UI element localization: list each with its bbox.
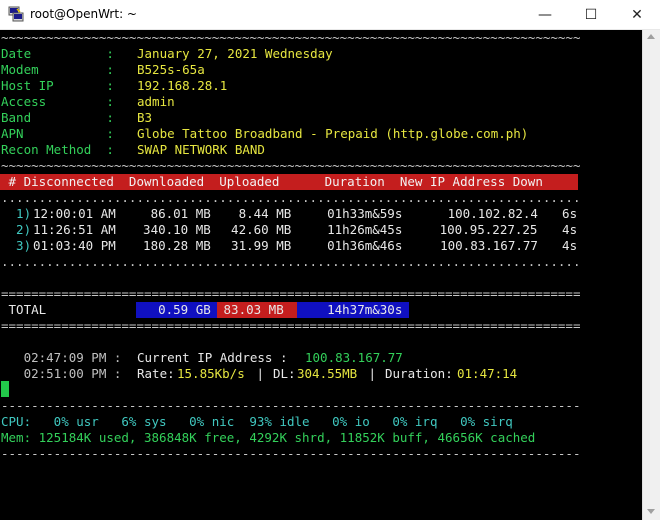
row-downloaded: 86.01 MB <box>128 206 211 221</box>
info-value: B3 <box>137 110 153 125</box>
status-time: 02:47:09 PM : <box>1 350 129 365</box>
minimize-icon: — <box>538 6 552 23</box>
row-down: 6s <box>547 206 578 221</box>
close-button[interactable]: ✕ <box>614 0 660 29</box>
equals-rule-bottom: ========================================… <box>1 318 581 333</box>
row-down: 4s <box>547 222 578 237</box>
minimize-button[interactable]: — <box>522 0 568 29</box>
total-downloaded: 0.59 GB <box>128 302 211 317</box>
row-uploaded: 42.60 MB <box>216 222 292 237</box>
maximize-icon: ☐ <box>584 6 598 23</box>
total-label: TOTAL <box>1 302 47 317</box>
tilde-rule-top: ~~~~~~~~~~~~~~~~~~~~~~~~~~~~~~~~~~~~~~~~… <box>1 30 581 45</box>
cpu-stats: CPU: 0% usr 6% sys 0% nic 93% idle 0% io… <box>1 414 513 429</box>
row-duration: 01h33m&59s <box>297 206 403 221</box>
info-value: SWAP NETWORK BAND <box>137 142 265 157</box>
info-label: Date : <box>1 46 114 61</box>
vertical-scrollbar[interactable] <box>642 30 660 520</box>
row-time: 01:03:40 PM <box>33 238 116 253</box>
window-title: root@OpenWrt: ~ <box>30 7 137 21</box>
putty-terminal-icon <box>8 6 24 22</box>
row-downloaded: 180.28 MB <box>128 238 211 253</box>
row-uploaded: 31.99 MB <box>216 238 292 253</box>
dl-label: DL: <box>273 366 296 381</box>
info-value: 192.168.28.1 <box>137 78 228 93</box>
mem-stats: Mem: 125184K used, 386848K free, 4292K s… <box>1 430 536 445</box>
separator: | <box>361 366 384 381</box>
info-label: Band : <box>1 110 114 125</box>
info-label: Host IP : <box>1 78 114 93</box>
scroll-down-icon[interactable] <box>647 509 655 514</box>
maximize-button[interactable]: ☐ <box>568 0 614 29</box>
table-header: # Disconnected Downloaded Uploaded Durat… <box>1 174 543 189</box>
row-ip: 100.102.82.4 <box>410 206 538 221</box>
info-label: APN : <box>1 126 114 141</box>
info-label: Modem : <box>1 62 114 77</box>
rate-label: Rate: <box>137 366 175 381</box>
row-ip: 100.83.167.77 <box>410 238 538 253</box>
row-down: 4s <box>547 238 578 253</box>
status-time: 02:51:00 PM : <box>1 366 129 381</box>
tilde-rule-mid: ~~~~~~~~~~~~~~~~~~~~~~~~~~~~~~~~~~~~~~~~… <box>1 158 581 173</box>
dot-rule-bottom: ........................................… <box>1 254 581 269</box>
close-icon: ✕ <box>631 6 643 23</box>
duration-value: 01:47:14 <box>457 366 518 381</box>
window-titlebar: root@OpenWrt: ~ — ☐ ✕ <box>0 0 660 30</box>
info-value: admin <box>137 94 175 109</box>
terminal-output[interactable]: ~~~~~~~~~~~~~~~~~~~~~~~~~~~~~~~~~~~~~~~~… <box>0 30 642 520</box>
row-duration: 01h36m&46s <box>297 238 403 253</box>
info-value: January 27, 2021 Wednesday <box>137 46 333 61</box>
total-uploaded: 83.03 MB <box>216 302 284 317</box>
row-index: 2) <box>1 222 32 237</box>
dash-rule-bottom: ----------------------------------------… <box>1 446 581 461</box>
status-label: Current IP Address : <box>137 350 296 365</box>
row-ip: 100.95.227.25 <box>402 222 538 237</box>
row-time: 11:26:51 AM <box>33 222 116 237</box>
row-uploaded: 8.44 MB <box>216 206 292 221</box>
dl-value: 304.55MB <box>297 366 358 381</box>
rate-value: 15.85Kb/s <box>177 366 245 381</box>
info-value: Globe Tattoo Broadband - Prepaid (http.g… <box>137 126 529 141</box>
separator: | <box>249 366 272 381</box>
dot-rule-top: ........................................… <box>1 190 581 205</box>
row-duration: 11h26m&45s <box>297 222 403 237</box>
total-duration: 14h37m&30s <box>297 302 403 317</box>
row-downloaded: 340.10 MB <box>128 222 211 237</box>
scroll-up-icon[interactable] <box>647 34 655 39</box>
info-label: Access : <box>1 94 114 109</box>
row-index: 3) <box>1 238 32 253</box>
dash-rule-top: ----------------------------------------… <box>1 398 581 413</box>
terminal-cursor <box>1 381 9 397</box>
status-ip-value: 100.83.167.77 <box>305 350 403 365</box>
equals-rule-top: ========================================… <box>1 286 581 301</box>
duration-label: Duration: <box>385 366 453 381</box>
row-time: 12:00:01 AM <box>33 206 116 221</box>
info-label: Recon Method : <box>1 142 114 157</box>
row-index: 1) <box>1 206 32 221</box>
info-value: B525s-65a <box>137 62 205 77</box>
